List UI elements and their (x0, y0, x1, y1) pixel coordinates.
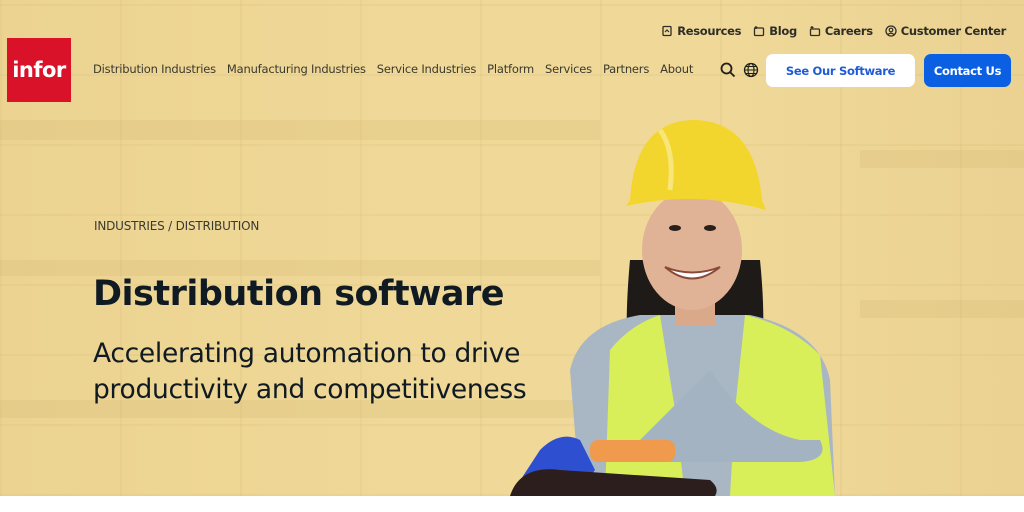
nav-item-services[interactable]: Services (545, 62, 592, 76)
utility-link-label: Blog (769, 24, 797, 38)
utility-link-label: Careers (824, 24, 873, 38)
utility-link-label: Customer Center (900, 24, 1007, 38)
utility-nav: Resources Blog Careers Customer Center (661, 24, 1006, 38)
worker-photo (510, 120, 835, 496)
nav-item-distribution-industries[interactable]: Distribution Industries (93, 62, 216, 76)
utility-link-blog[interactable]: Blog (753, 24, 797, 38)
page-title: Distribution software (93, 274, 505, 314)
utility-link-label: Resources (677, 24, 742, 38)
blog-icon (754, 26, 765, 37)
see-our-software-button[interactable]: See Our Software (766, 54, 915, 87)
utility-link-careers[interactable]: Careers (809, 24, 873, 38)
globe-icon[interactable] (742, 61, 760, 79)
utility-link-customer-center[interactable]: Customer Center (885, 24, 1006, 38)
utility-link-resources[interactable]: Resources (661, 24, 742, 38)
hero-subtitle: Accelerating automation to drive product… (93, 338, 527, 405)
resources-icon (662, 25, 672, 37)
nav-item-platform[interactable]: Platform (487, 62, 534, 76)
careers-icon (809, 26, 821, 37)
breadcrumb: INDUSTRIES / DISTRIBUTION (94, 219, 260, 233)
main-nav: Distribution Industries Manufacturing In… (93, 62, 693, 76)
user-circle-icon (885, 25, 897, 37)
infor-logo[interactable]: infor (7, 38, 71, 102)
nav-item-manufacturing-industries[interactable]: Manufacturing Industries (227, 62, 366, 76)
contact-us-button[interactable]: Contact Us (924, 54, 1011, 87)
background-shelf (860, 300, 1024, 318)
search-icon[interactable] (719, 61, 737, 79)
nav-item-service-industries[interactable]: Service Industries (377, 62, 477, 76)
background-shelf (860, 150, 1024, 168)
nav-item-partners[interactable]: Partners (603, 62, 649, 76)
nav-item-about[interactable]: About (660, 62, 693, 76)
